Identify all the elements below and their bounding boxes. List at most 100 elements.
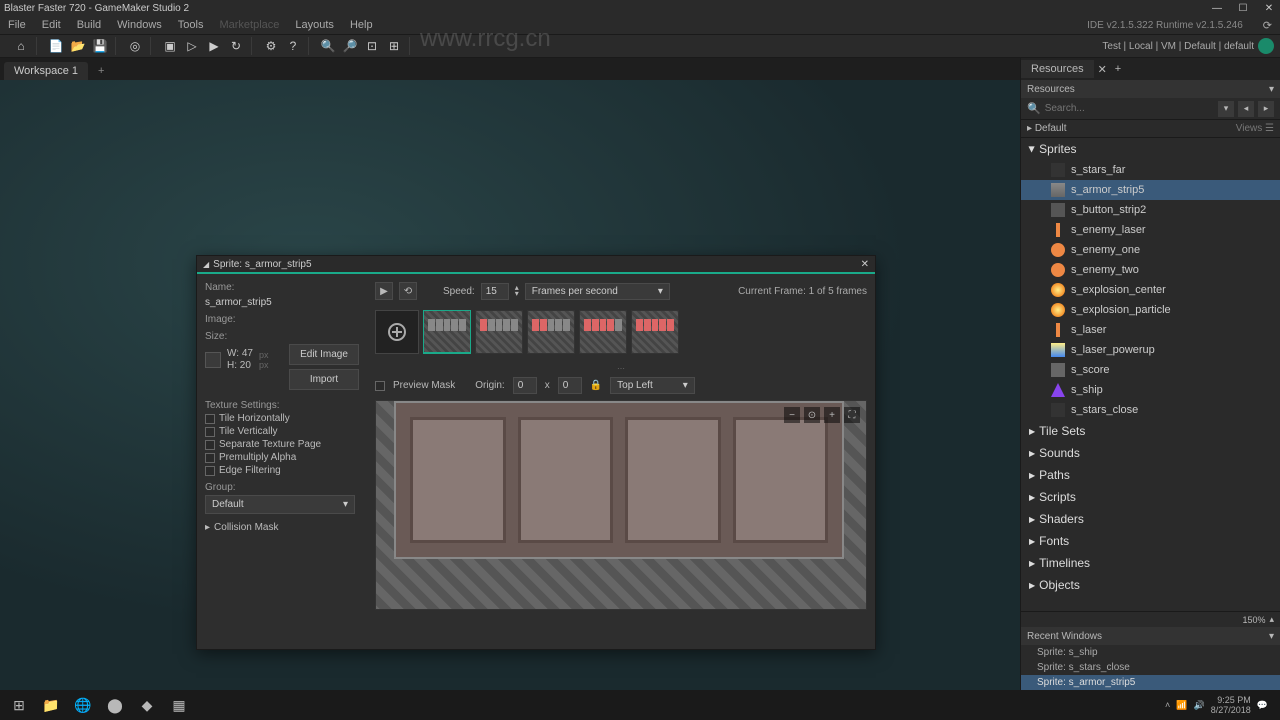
chrome-icon[interactable]: 🌐 bbox=[68, 692, 98, 718]
menu-layouts[interactable]: Layouts bbox=[295, 19, 334, 31]
debug-target-icon[interactable]: ◎ bbox=[126, 37, 144, 55]
loop-button[interactable]: ⟲ bbox=[399, 282, 417, 300]
preview-zoom-reset-icon[interactable]: ⊙ bbox=[804, 407, 820, 423]
sprite-name-input[interactable] bbox=[205, 295, 359, 310]
sprites-folder[interactable]: ▶Sprites bbox=[1021, 138, 1280, 160]
timelines-folder[interactable]: ▶Timelines bbox=[1021, 552, 1280, 574]
menu-marketplace[interactable]: Marketplace bbox=[219, 19, 279, 31]
resources-search-input[interactable] bbox=[1045, 103, 1214, 114]
zoom-out-icon[interactable]: 🔎 bbox=[341, 37, 359, 55]
frame-thumb-3[interactable] bbox=[527, 310, 575, 354]
origin-y-input[interactable] bbox=[558, 377, 582, 394]
zoom-stepper-icon[interactable]: ▴ bbox=[1269, 614, 1274, 625]
sounds-folder[interactable]: ▶Sounds bbox=[1021, 442, 1280, 464]
tree-item-enemy-laser[interactable]: s_enemy_laser bbox=[1021, 220, 1280, 240]
gamemaker-icon[interactable]: ◆ bbox=[132, 692, 162, 718]
resize-icon[interactable] bbox=[205, 352, 221, 368]
play-button[interactable]: ▶ bbox=[375, 282, 393, 300]
recent-item-armor[interactable]: Sprite: s_armor_strip5 bbox=[1021, 675, 1280, 690]
tree-item-armor[interactable]: s_armor_strip5 bbox=[1021, 180, 1280, 200]
resource-tree[interactable]: ▶Sprites s_stars_far s_armor_strip5 s_bu… bbox=[1021, 138, 1280, 611]
nav-forward-icon[interactable]: ▸ bbox=[1258, 101, 1274, 117]
tree-item-enemy-two[interactable]: s_enemy_two bbox=[1021, 260, 1280, 280]
tilesets-folder[interactable]: ▶Tile Sets bbox=[1021, 420, 1280, 442]
add-tab-icon[interactable]: + bbox=[1111, 63, 1125, 75]
add-frame-button[interactable] bbox=[375, 310, 419, 354]
tree-item-score[interactable]: s_score bbox=[1021, 360, 1280, 380]
speed-input[interactable] bbox=[481, 283, 509, 300]
frame-thumb-1[interactable] bbox=[423, 310, 471, 354]
tile-v-checkbox[interactable] bbox=[205, 427, 215, 437]
collision-mask-section[interactable]: ▸ Collision Mask bbox=[205, 522, 359, 533]
search-dropdown-icon[interactable]: ▾ bbox=[1218, 101, 1234, 117]
tray-network-icon[interactable]: 📶 bbox=[1176, 700, 1187, 711]
close-button[interactable]: ✕ bbox=[1262, 3, 1276, 14]
tree-item-laser[interactable]: s_laser bbox=[1021, 320, 1280, 340]
resources-tab[interactable]: Resources bbox=[1021, 60, 1094, 78]
stop-icon[interactable]: ↻ bbox=[227, 37, 245, 55]
premult-checkbox[interactable] bbox=[205, 453, 215, 463]
edge-filter-checkbox[interactable] bbox=[205, 466, 215, 476]
menu-file[interactable]: File bbox=[8, 19, 26, 31]
scripts-folder[interactable]: ▶Scripts bbox=[1021, 486, 1280, 508]
obs-icon[interactable]: ⬤ bbox=[100, 692, 130, 718]
lock-icon[interactable]: 🔒 bbox=[590, 380, 602, 391]
tree-item-ship[interactable]: s_ship bbox=[1021, 380, 1280, 400]
new-icon[interactable]: 📄 bbox=[47, 37, 65, 55]
notifications-icon[interactable]: 💬 bbox=[1257, 700, 1268, 711]
start-button[interactable]: ⊞ bbox=[4, 692, 34, 718]
drag-handle-icon[interactable]: ⋯ bbox=[375, 364, 867, 373]
edit-image-button[interactable]: Edit Image bbox=[289, 344, 359, 365]
preview-zoom-in-icon[interactable]: + bbox=[824, 407, 840, 423]
recent-item-stars[interactable]: Sprite: s_stars_close bbox=[1021, 660, 1280, 675]
workspace-area[interactable]: www.rrcg.cn ◢ Sprite: s_armor_strip5 ✕ N… bbox=[0, 80, 1020, 690]
menu-tools[interactable]: Tools bbox=[178, 19, 204, 31]
sync-icon[interactable]: ⟳ bbox=[1263, 19, 1272, 32]
fps-select[interactable]: Frames per second ▾ bbox=[525, 283, 670, 300]
sprite-editor-titlebar[interactable]: ◢ Sprite: s_armor_strip5 ✕ bbox=[197, 256, 875, 274]
menu-build[interactable]: Build bbox=[77, 19, 101, 31]
build-icon[interactable]: ▣ bbox=[161, 37, 179, 55]
nav-back-icon[interactable]: ◂ bbox=[1238, 101, 1254, 117]
group-select[interactable]: Default ▾ bbox=[205, 495, 355, 514]
tile-h-checkbox[interactable] bbox=[205, 414, 215, 424]
chevron-down-icon[interactable]: ▾ bbox=[1269, 84, 1274, 95]
preview-fullscreen-icon[interactable]: ⛶ bbox=[844, 407, 860, 423]
tree-item-explosion-center[interactable]: s_explosion_center bbox=[1021, 280, 1280, 300]
docking-icon[interactable]: ⊞ bbox=[385, 37, 403, 55]
add-workspace-button[interactable]: + bbox=[90, 62, 112, 80]
home-icon[interactable]: ⌂ bbox=[12, 37, 30, 55]
import-button[interactable]: Import bbox=[289, 369, 359, 390]
workspace-tab-1[interactable]: Workspace 1 bbox=[4, 62, 88, 80]
open-icon[interactable]: 📂 bbox=[69, 37, 87, 55]
menu-windows[interactable]: Windows bbox=[117, 19, 162, 31]
recent-item-ship[interactable]: Sprite: s_ship bbox=[1021, 645, 1280, 660]
sprite-preview-canvas[interactable]: − ⊙ + ⛶ bbox=[375, 400, 867, 610]
preview-mask-checkbox[interactable] bbox=[375, 381, 385, 391]
zoom-reset-icon[interactable]: ⊡ bbox=[363, 37, 381, 55]
target-info[interactable]: Test | Local | VM | Default | default bbox=[1102, 41, 1254, 52]
debug-icon[interactable]: ▶ bbox=[205, 37, 223, 55]
tree-item-stars-far[interactable]: s_stars_far bbox=[1021, 160, 1280, 180]
minimize-button[interactable]: — bbox=[1210, 3, 1224, 14]
preview-zoom-out-icon[interactable]: − bbox=[784, 407, 800, 423]
shaders-folder[interactable]: ▶Shaders bbox=[1021, 508, 1280, 530]
origin-anchor-select[interactable]: Top Left ▾ bbox=[610, 377, 695, 394]
maximize-button[interactable]: ☐ bbox=[1236, 3, 1250, 14]
objects-folder[interactable]: ▶Objects bbox=[1021, 574, 1280, 596]
close-tab-icon[interactable]: ✕ bbox=[1094, 63, 1111, 76]
tree-item-laser-powerup[interactable]: s_laser_powerup bbox=[1021, 340, 1280, 360]
run-icon[interactable]: ▷ bbox=[183, 37, 201, 55]
tray-volume-icon[interactable]: 🔊 bbox=[1194, 700, 1205, 711]
zoom-in-icon[interactable]: 🔍 bbox=[319, 37, 337, 55]
save-icon[interactable]: 💾 bbox=[91, 37, 109, 55]
tree-item-explosion-particle[interactable]: s_explosion_particle bbox=[1021, 300, 1280, 320]
taskbar-clock[interactable]: 9:25 PM 8/27/2018 bbox=[1211, 695, 1251, 715]
recent-windows-header[interactable]: Recent Windows ▾ bbox=[1021, 627, 1280, 645]
game-options-icon[interactable]: ⚙ bbox=[262, 37, 280, 55]
tree-item-button[interactable]: s_button_strip2 bbox=[1021, 200, 1280, 220]
help-icon[interactable]: ? bbox=[284, 37, 302, 55]
origin-x-input[interactable] bbox=[513, 377, 537, 394]
paths-folder[interactable]: ▶Paths bbox=[1021, 464, 1280, 486]
menu-edit[interactable]: Edit bbox=[42, 19, 61, 31]
